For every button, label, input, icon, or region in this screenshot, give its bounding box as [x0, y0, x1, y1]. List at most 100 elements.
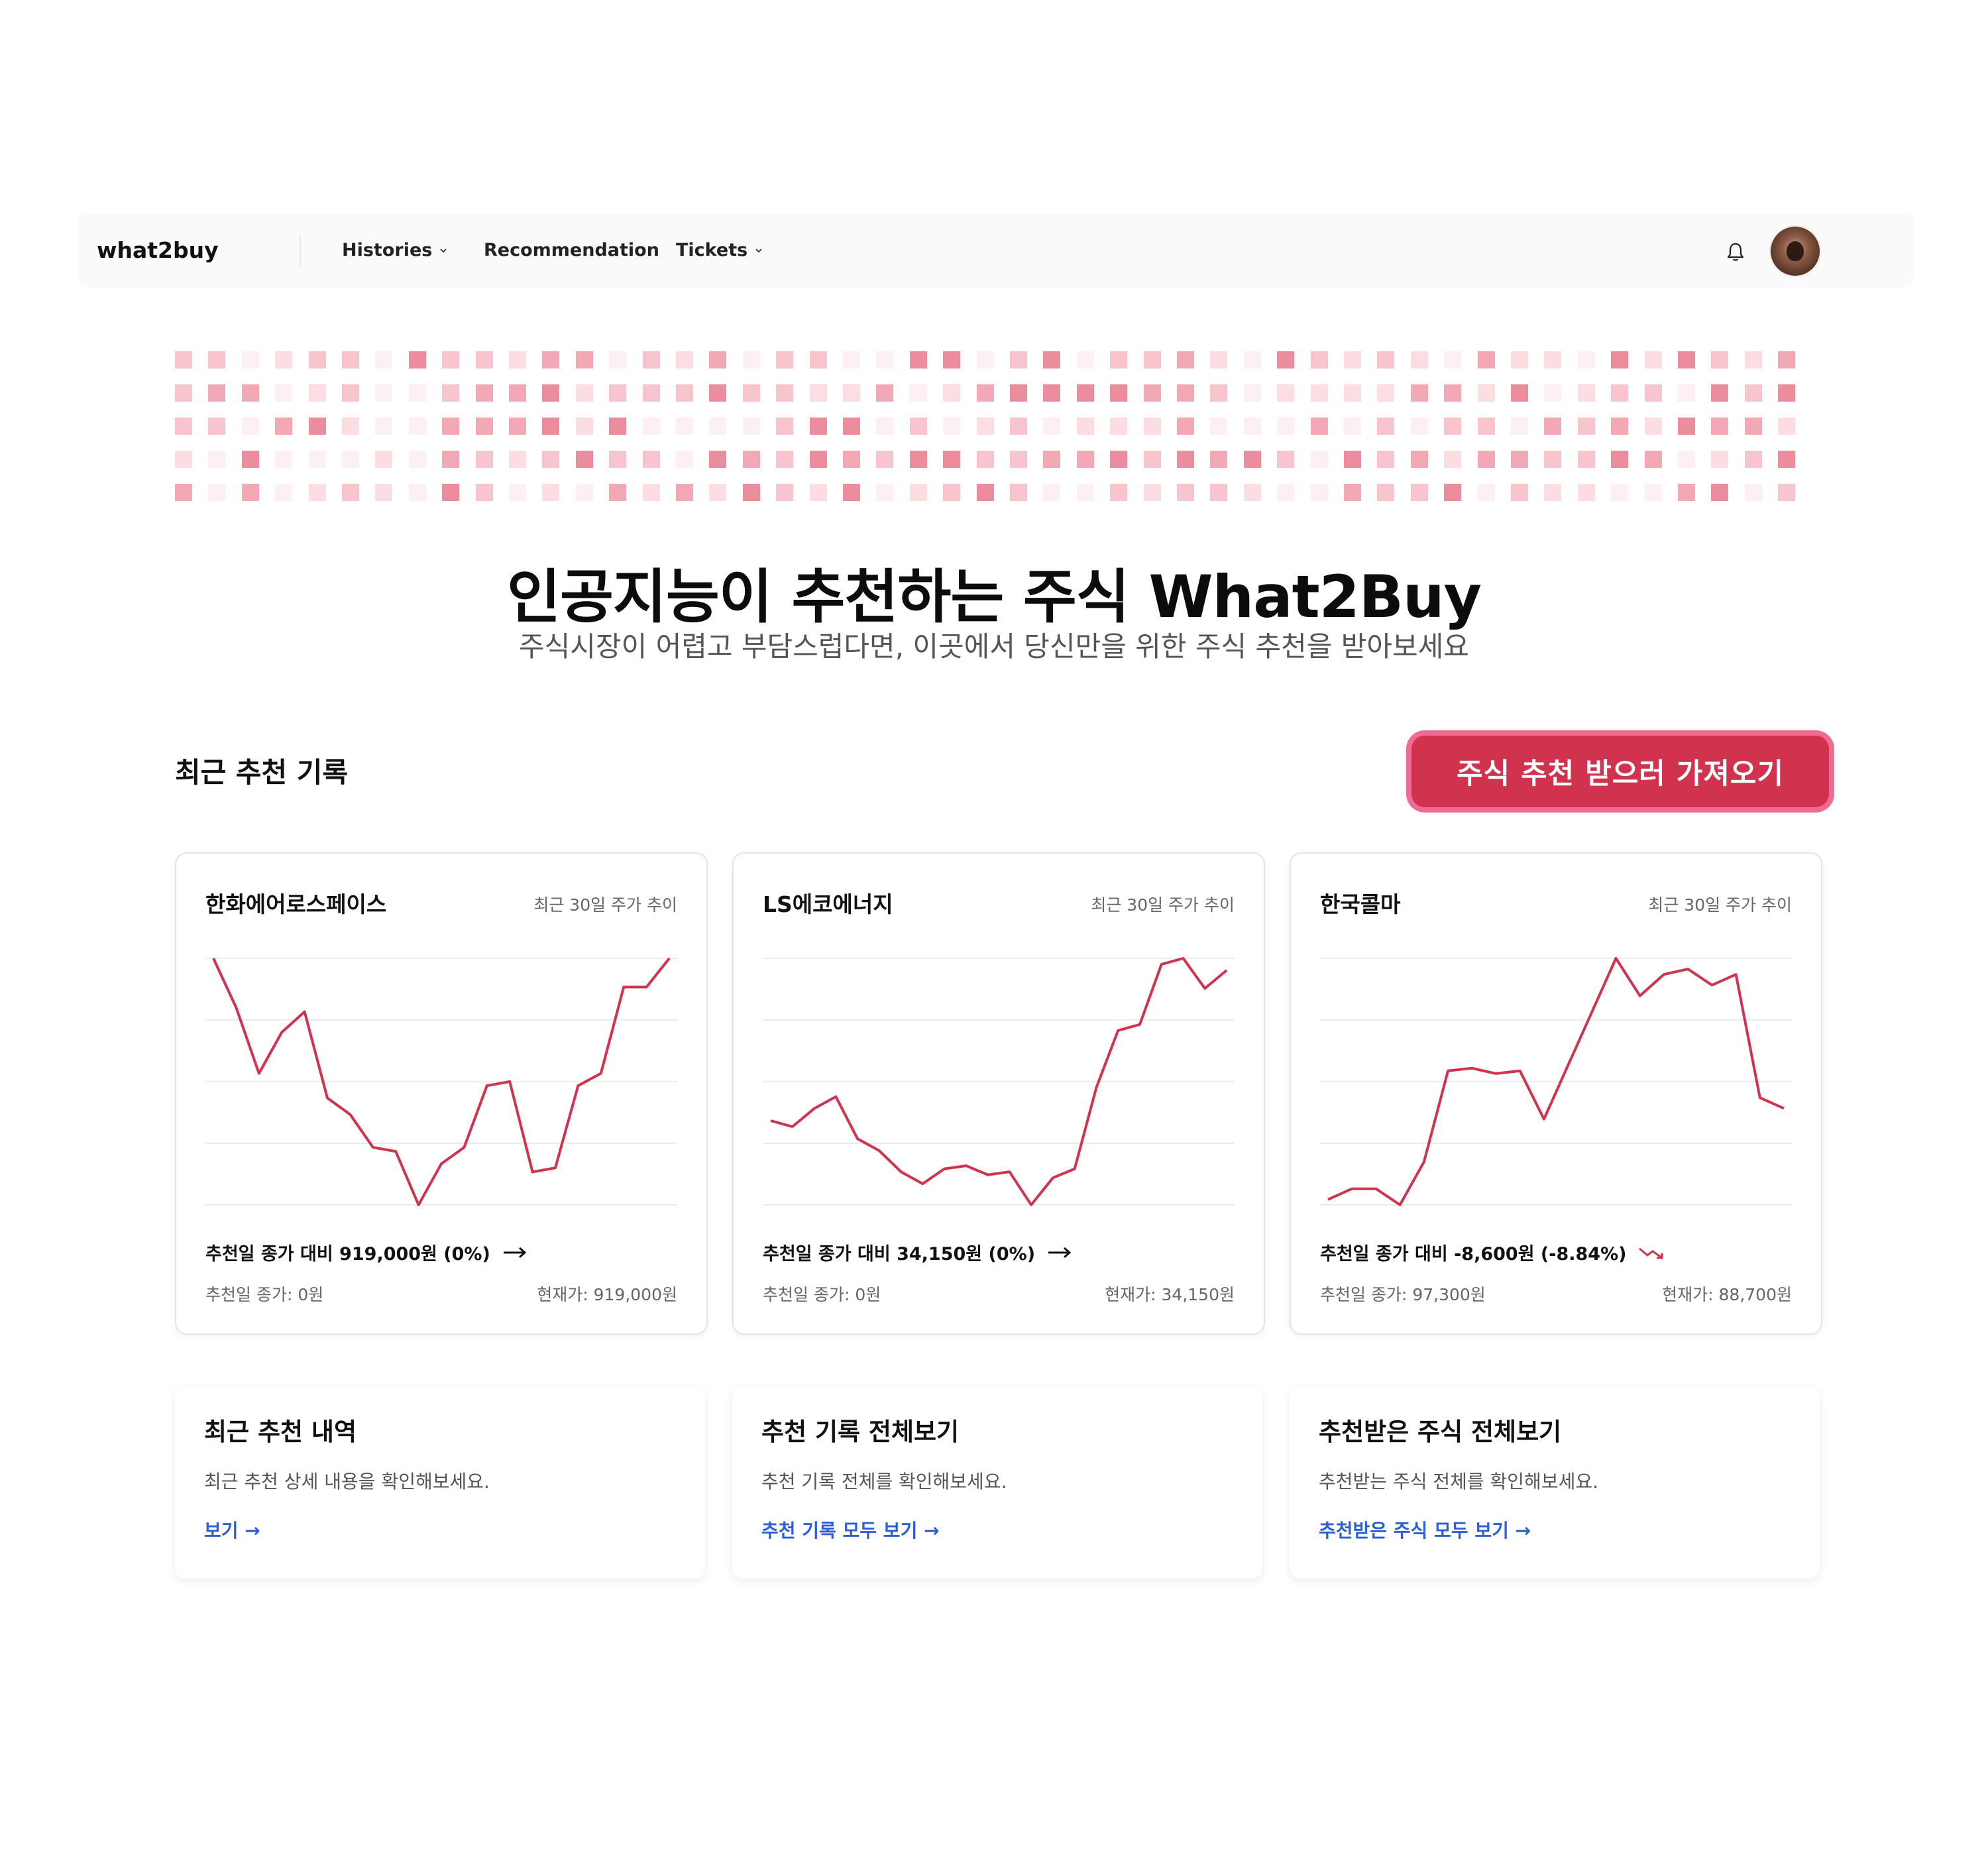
- brand-logo[interactable]: what2buy: [97, 237, 219, 263]
- pattern-square: [175, 418, 192, 435]
- section-title: 최근 추천 기록: [175, 756, 349, 789]
- stock-card[interactable]: 한화에어로스페이스 최근 30일 주가 추이 추천일 종가 대비 919,000…: [175, 852, 708, 1335]
- pattern-square: [241, 418, 259, 435]
- pattern-square: [1444, 451, 1462, 468]
- pattern-square: [308, 351, 326, 368]
- pattern-square: [408, 351, 426, 368]
- pattern-square: [609, 384, 627, 402]
- view-all-records-link[interactable]: 추천 기록 모두 보기 →: [761, 1516, 940, 1543]
- pattern-square: [509, 384, 526, 402]
- pattern-square: [1277, 384, 1295, 402]
- pattern-square: [408, 484, 426, 501]
- pattern-square: [1043, 484, 1061, 501]
- pattern-square: [375, 484, 393, 501]
- pattern-square: [175, 451, 192, 468]
- pattern-square: [1110, 418, 1128, 435]
- pattern-square: [475, 418, 493, 435]
- pattern-square: [876, 351, 894, 368]
- bell-icon[interactable]: [1726, 241, 1745, 262]
- pattern-square: [1177, 351, 1194, 368]
- pattern-square: [475, 384, 493, 402]
- stock-card[interactable]: LS에코에너지 최근 30일 주가 추이 추천일 종가 대비 34,150원 (…: [732, 852, 1265, 1335]
- nav-recommendation[interactable]: Recommendation: [484, 240, 659, 260]
- pattern-square: [308, 384, 326, 402]
- stock-name: 한국콜마: [1320, 891, 1401, 917]
- pattern-square: [1076, 384, 1094, 402]
- nav-divider: [300, 236, 301, 266]
- pattern-square: [1310, 484, 1328, 501]
- pattern-square: [509, 484, 526, 501]
- pattern-square: [475, 351, 493, 368]
- pattern-square: [609, 418, 627, 435]
- pattern-square: [642, 351, 660, 368]
- pattern-square: [308, 484, 326, 501]
- pattern-square: [208, 484, 226, 501]
- pattern-square: [1043, 451, 1061, 468]
- nav-tickets[interactable]: Tickets: [676, 240, 763, 260]
- pattern-square: [1110, 351, 1128, 368]
- pattern-square: [1644, 418, 1662, 435]
- view-all-stocks-link[interactable]: 추천받은 주식 모두 보기 →: [1319, 1516, 1531, 1543]
- pattern-square: [976, 484, 994, 501]
- pattern-square: [1477, 351, 1495, 368]
- pattern-square: [1410, 451, 1428, 468]
- pattern-square: [1711, 451, 1729, 468]
- pattern-square: [575, 351, 593, 368]
- pattern-square: [1110, 451, 1128, 468]
- pattern-square: [1477, 418, 1495, 435]
- user-avatar[interactable]: [1771, 227, 1820, 276]
- pattern-square: [909, 418, 927, 435]
- view-recent-link[interactable]: 보기 →: [204, 1516, 260, 1543]
- pattern-square: [1043, 384, 1061, 402]
- pattern-square: [442, 351, 460, 368]
- pattern-square: [375, 418, 393, 435]
- nav-histories-label: Histories: [342, 240, 433, 260]
- pattern-square: [1310, 384, 1328, 402]
- pattern-square: [542, 351, 560, 368]
- stock-card[interactable]: 한국콜마 최근 30일 주가 추이 추천일 종가 대비 -8,600원 (-8.…: [1290, 852, 1822, 1335]
- pattern-square: [208, 418, 226, 435]
- get-recommendation-button[interactable]: 주식 추천 받으러 가져오기: [1411, 736, 1829, 807]
- pattern-square: [1210, 418, 1228, 435]
- pattern-square: [1644, 451, 1662, 468]
- pattern-square: [1544, 484, 1562, 501]
- pattern-square: [1711, 384, 1729, 402]
- pattern-square: [1744, 451, 1762, 468]
- hero-subtitle: 주식시장이 어렵고 부담스럽다면, 이곳에서 당신만을 위한 주식 추천을 받아…: [519, 630, 1469, 663]
- arrow-right-icon: [503, 1247, 527, 1258]
- pattern-square: [442, 484, 460, 501]
- pattern-square: [1410, 351, 1428, 368]
- pattern-square: [1344, 451, 1361, 468]
- pattern-square: [375, 351, 393, 368]
- pattern-square: [943, 418, 961, 435]
- pattern-square: [1377, 418, 1395, 435]
- pattern-square: [509, 418, 526, 435]
- pattern-square: [976, 351, 994, 368]
- pattern-square: [1110, 384, 1128, 402]
- nav-histories[interactable]: Histories: [342, 240, 448, 260]
- pattern-square: [1711, 418, 1729, 435]
- pattern-square: [1277, 484, 1295, 501]
- pattern-square: [175, 384, 192, 402]
- pattern-square: [1611, 418, 1629, 435]
- pattern-square: [241, 451, 259, 468]
- pattern-square: [509, 451, 526, 468]
- pattern-square: [1544, 451, 1562, 468]
- pattern-square: [843, 351, 860, 368]
- pattern-square: [809, 451, 827, 468]
- pattern-square: [809, 384, 827, 402]
- pattern-square: [442, 418, 460, 435]
- pattern-square: [1110, 484, 1128, 501]
- pattern-square: [1711, 484, 1729, 501]
- pattern-square: [876, 418, 894, 435]
- pattern-square: [208, 384, 226, 402]
- pattern-square: [1678, 418, 1695, 435]
- pattern-square: [542, 384, 560, 402]
- pattern-square: [809, 351, 827, 368]
- pattern-square: [776, 484, 794, 501]
- pattern-square: [1076, 351, 1094, 368]
- pattern-square: [275, 351, 293, 368]
- pattern-square: [676, 418, 693, 435]
- pattern-square: [1511, 451, 1528, 468]
- nav-tickets-label: Tickets: [676, 240, 748, 260]
